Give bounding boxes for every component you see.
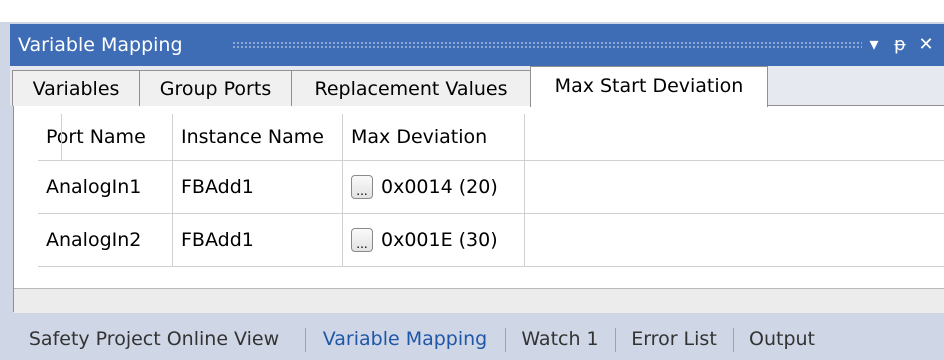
max-deviation-cell[interactable]: ... 0x0014 (20)	[343, 161, 525, 213]
bottom-tab-separator	[305, 328, 306, 352]
table-row[interactable]: AnalogIn2 FBAdd1 ... 0x001E (30)	[38, 214, 944, 267]
bottom-tab-safety-project-online-view[interactable]: Safety Project Online View	[6, 318, 302, 360]
bottom-tab-error-list[interactable]: Error List	[618, 318, 730, 360]
bottom-tab-separator	[615, 328, 616, 352]
top-strip	[0, 0, 944, 22]
tab-max-start-deviation[interactable]: Max Start Deviation	[530, 66, 768, 107]
max-deviation-value: 0x001E (30)	[381, 229, 498, 251]
column-header-instance-name[interactable]: Instance Name	[173, 114, 343, 160]
bottom-tab-bar: Safety Project Online View Variable Mapp…	[0, 318, 944, 360]
column-header-max-deviation[interactable]: Max Deviation	[343, 114, 525, 160]
data-grid: Port Name Instance Name Max Deviation An…	[38, 114, 944, 288]
max-deviation-value: 0x0014 (20)	[381, 176, 498, 198]
pin-icon[interactable]: ᵽ	[888, 24, 912, 66]
panel-titlebar[interactable]: Variable Mapping ▾ ᵽ ✕	[10, 24, 944, 66]
panel-title: Variable Mapping	[18, 34, 183, 56]
bottom-tab-separator	[733, 328, 734, 352]
ellipsis-button[interactable]: ...	[351, 175, 373, 199]
tab-variables[interactable]: Variables	[12, 70, 140, 106]
instance-name-cell[interactable]: FBAdd1	[173, 161, 343, 213]
bottom-tab-output[interactable]: Output	[736, 318, 828, 360]
bottom-tab-watch-1[interactable]: Watch 1	[508, 318, 612, 360]
port-name-cell[interactable]: AnalogIn1	[38, 161, 173, 213]
port-name-cell[interactable]: AnalogIn2	[38, 214, 173, 266]
ellipsis-button[interactable]: ...	[351, 228, 373, 252]
bottom-tab-variable-mapping[interactable]: Variable Mapping	[308, 318, 502, 360]
grid-header-row: Port Name Instance Name Max Deviation	[38, 114, 944, 161]
row-header-corner	[38, 114, 62, 160]
tab-strip: Variables Group Ports Replacement Values…	[10, 66, 944, 107]
tab-replacement-values[interactable]: Replacement Values	[291, 70, 531, 106]
instance-name-cell[interactable]: FBAdd1	[173, 214, 343, 266]
titlebar-grip[interactable]	[232, 41, 862, 49]
tab-group-ports[interactable]: Group Ports	[139, 70, 292, 106]
max-deviation-cell[interactable]: ... 0x001E (30)	[343, 214, 525, 266]
close-icon[interactable]: ✕	[914, 24, 938, 66]
bottom-tab-separator	[505, 328, 506, 352]
grid-empty-area	[14, 288, 944, 313]
dropdown-icon[interactable]: ▾	[862, 24, 886, 66]
tab-content: Port Name Instance Name Max Deviation An…	[13, 106, 944, 313]
table-row[interactable]: AnalogIn1 FBAdd1 ... 0x0014 (20)	[38, 161, 944, 214]
